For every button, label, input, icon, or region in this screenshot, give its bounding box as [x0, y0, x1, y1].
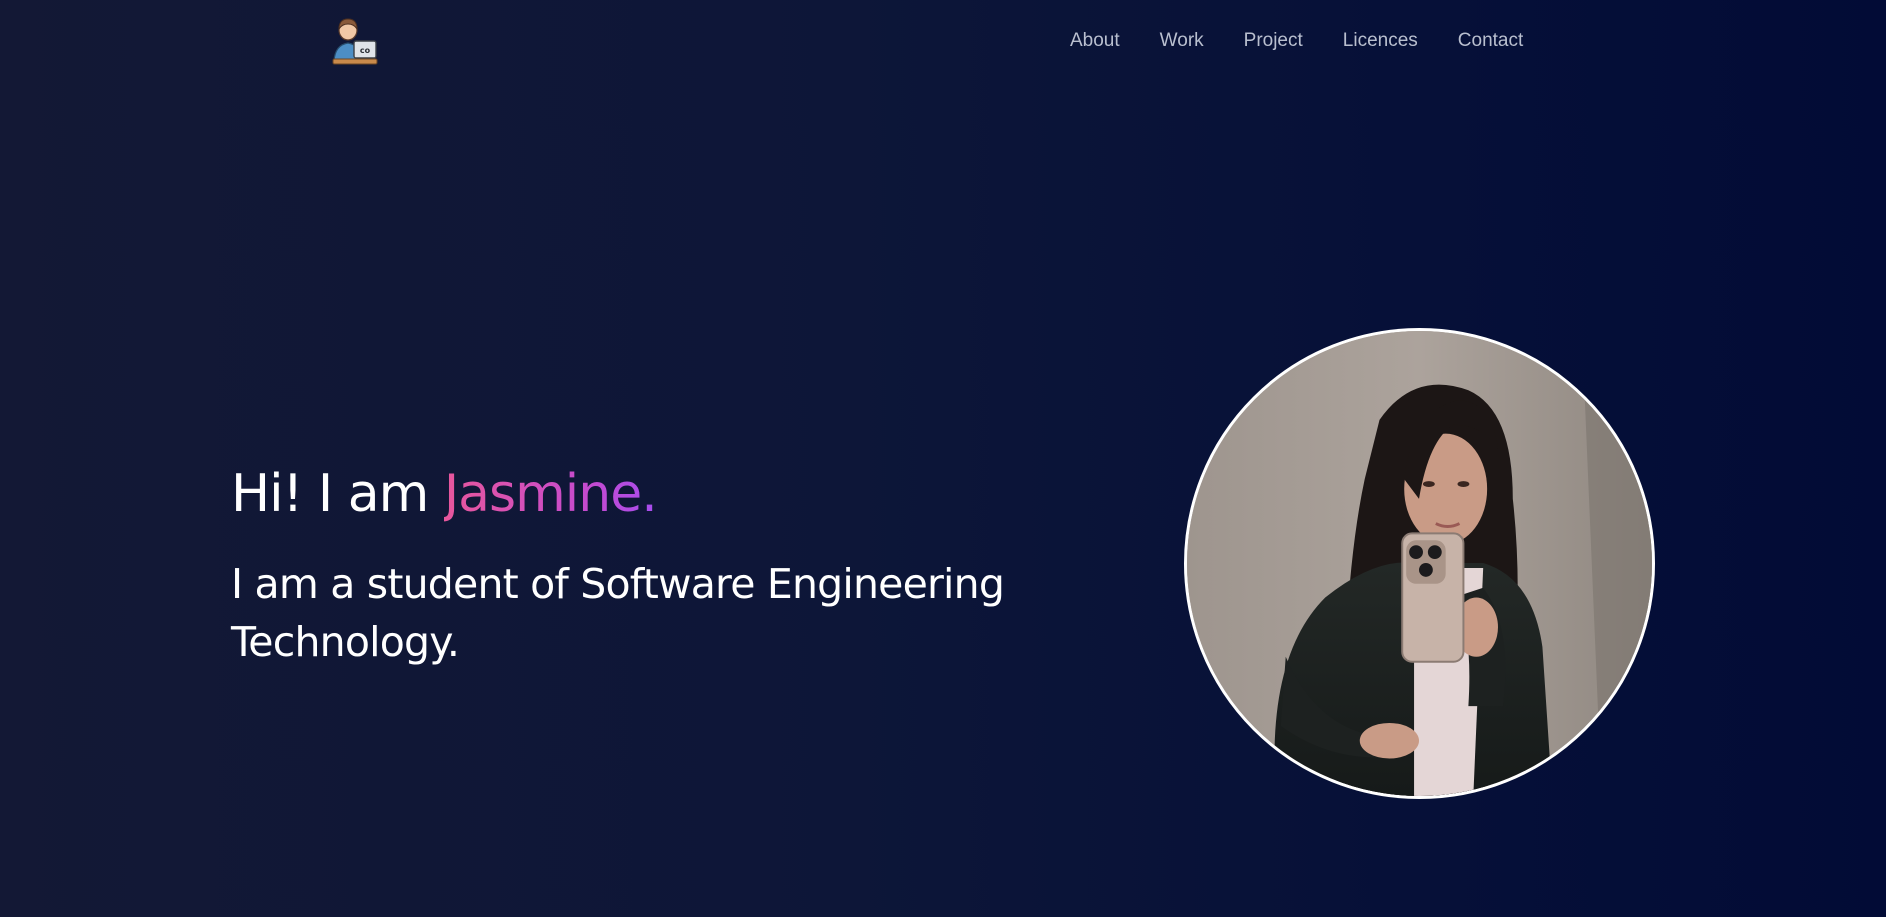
profile-photo [1184, 328, 1655, 799]
developer-logo-icon[interactable]: co [330, 17, 380, 69]
developer-avatar-icon: co [332, 18, 378, 65]
svg-text:co: co [360, 46, 371, 55]
hero-name: Jasmine. [443, 464, 658, 524]
profile-photo-image [1187, 331, 1652, 796]
nav-about-link[interactable]: About [1070, 30, 1120, 52]
hero-greeting: Hi! I am [231, 464, 444, 524]
nav-licences-link[interactable]: Licences [1343, 30, 1418, 52]
hero-title: Hi! I am Jasmine. [231, 462, 658, 526]
nav-project-link[interactable]: Project [1244, 30, 1303, 52]
main-nav: About Work Project Licences Contact [1070, 30, 1523, 52]
nav-work-link[interactable]: Work [1160, 30, 1204, 52]
hero-subtitle: I am a student of Software Engineering T… [231, 560, 1005, 666]
nav-contact-link[interactable]: Contact [1458, 30, 1523, 52]
